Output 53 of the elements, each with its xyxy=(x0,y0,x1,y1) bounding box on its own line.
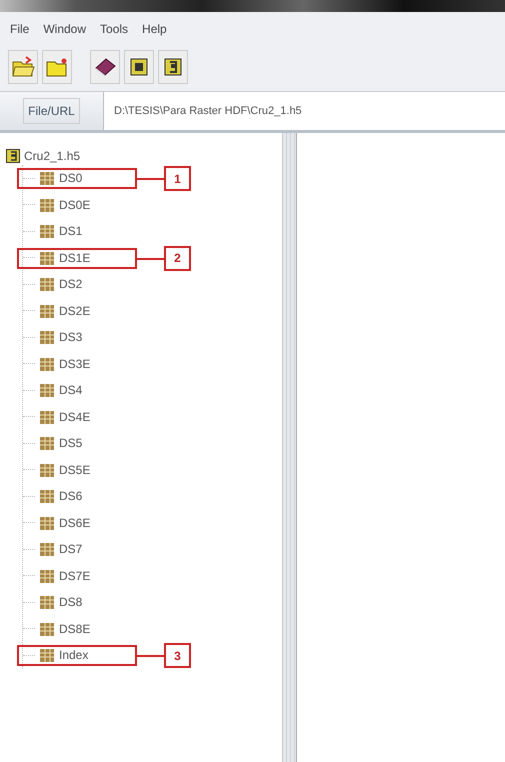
toolbar-button[interactable] xyxy=(158,50,188,84)
tree-item[interactable]: DS2 xyxy=(59,275,82,294)
dataset-icon xyxy=(39,302,55,319)
dataset-icon xyxy=(39,568,55,584)
dataset-icon xyxy=(39,408,55,425)
dataset-icon xyxy=(39,594,55,610)
toolbar-button[interactable] xyxy=(90,50,120,84)
dataset-icon xyxy=(39,462,55,478)
tree-item[interactable]: DS4E xyxy=(59,408,90,426)
dataset-icon xyxy=(39,514,55,531)
dataset-icon xyxy=(39,356,55,372)
tree-item[interactable]: DS5E xyxy=(59,460,90,479)
tree-item[interactable]: DS8E xyxy=(59,620,90,638)
tree-item[interactable]: DS8 xyxy=(59,593,82,612)
dataset-icon xyxy=(39,382,55,398)
callout-number: 1 xyxy=(164,166,191,191)
menu-item[interactable]: Window xyxy=(43,20,86,44)
tree-item[interactable]: DS4 xyxy=(59,381,82,400)
dataset-icon xyxy=(39,250,55,266)
tree-item[interactable]: DS0E xyxy=(59,196,90,214)
dataset-icon xyxy=(39,647,55,664)
tree-item[interactable]: Cru2_1.h5 xyxy=(24,147,80,165)
toolbar-button[interactable] xyxy=(42,50,72,84)
menu-item[interactable]: Help xyxy=(142,20,167,44)
dataset-icon xyxy=(39,620,55,637)
tree-item[interactable]: DS7E xyxy=(59,566,90,585)
tree-item[interactable]: DS6E xyxy=(59,514,90,532)
file-url-button[interactable]: File/URL xyxy=(23,98,80,124)
dataset-icon xyxy=(39,196,55,213)
callout-number: 3 xyxy=(164,643,191,668)
toolbar-button[interactable] xyxy=(124,50,154,84)
tree-item[interactable]: DS2E xyxy=(59,302,90,320)
tree-item[interactable]: DS3 xyxy=(59,328,82,346)
dataset-icon xyxy=(39,223,55,240)
menu-item[interactable]: File xyxy=(10,20,30,44)
tree-item[interactable]: DS3E xyxy=(59,354,90,373)
tree-item[interactable]: DS7 xyxy=(59,540,82,558)
splitter-handle[interactable] xyxy=(283,133,297,762)
tree-item[interactable]: DS5 xyxy=(59,434,82,452)
menu-item[interactable]: Tools xyxy=(100,20,128,44)
callout-number: 2 xyxy=(164,246,191,270)
tree-item[interactable]: Index xyxy=(59,646,88,664)
dataset-icon xyxy=(39,276,55,292)
dataset-icon xyxy=(39,435,55,452)
dataset-icon xyxy=(39,329,55,346)
tree-item[interactable]: DS1E xyxy=(59,248,90,267)
file-url-field[interactable]: D:\TESIS\Para Raster HDF\Cru2_1.h5 xyxy=(104,92,505,130)
tree-item[interactable]: DS6 xyxy=(59,487,82,506)
dataset-icon xyxy=(39,541,55,558)
tree-item[interactable]: DS1 xyxy=(59,222,82,240)
dataset-icon xyxy=(39,488,55,504)
dataset-icon xyxy=(39,170,55,186)
tree-item[interactable]: DS0 xyxy=(59,169,82,188)
